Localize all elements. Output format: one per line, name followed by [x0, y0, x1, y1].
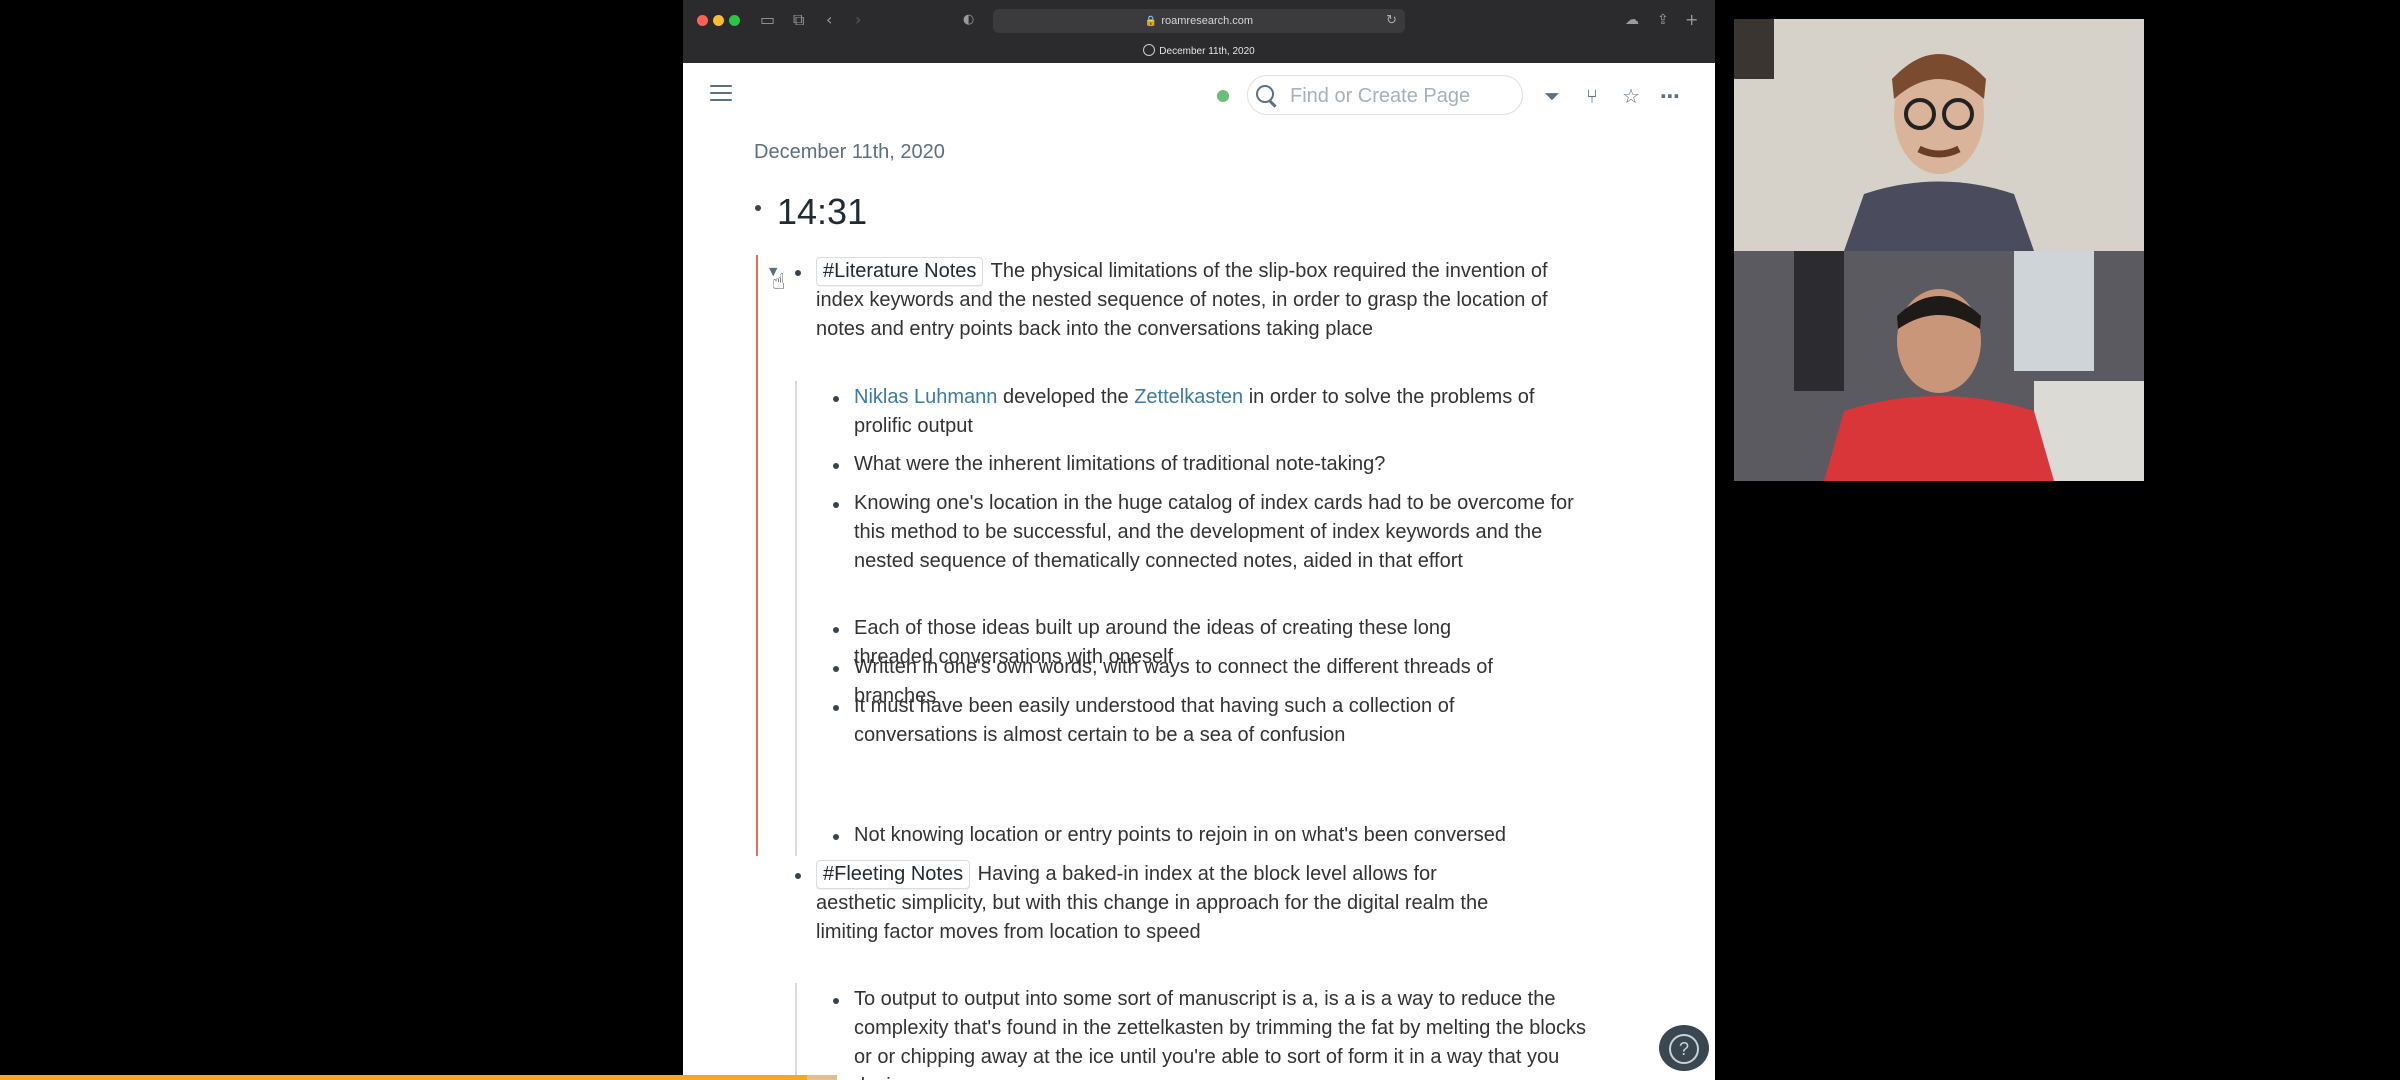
browser-titlebar: ▭ ⧉ ‹ › ◐ 🔒 roamresearch.com ↻ ☁ ⇪ + Dece…: [683, 0, 1715, 63]
page-link[interactable]: Niklas Luhmann: [854, 386, 997, 408]
sync-status-indicator: [1217, 90, 1229, 102]
sidebar-icon[interactable]: ▭: [760, 8, 775, 32]
literature-notes-block[interactable]: #Literature Notes The physical limitatio…: [816, 257, 1556, 344]
webcam-feed-top: [1734, 19, 2144, 251]
tabs-icon[interactable]: ⧉: [793, 8, 804, 32]
more-icon[interactable]: ⋯: [1657, 83, 1683, 109]
share-icon[interactable]: ⇪: [1657, 8, 1669, 32]
hamburger-menu-icon[interactable]: [710, 85, 732, 103]
tab-title: December 11th, 2020: [1159, 46, 1255, 57]
help-button[interactable]: ?: [1659, 1025, 1709, 1071]
fleeting-notes-block[interactable]: #Fleeting Notes Having a baked-in index …: [816, 860, 1516, 947]
block-bullet[interactable]: [833, 627, 839, 633]
block-bullet[interactable]: [795, 873, 801, 879]
block-bullet[interactable]: [795, 270, 801, 276]
graph-icon[interactable]: ⑂: [1579, 83, 1605, 109]
children-indent-line: [795, 381, 797, 856]
video-progress-bar[interactable]: [0, 1075, 807, 1080]
page-tag[interactable]: #Literature Notes: [816, 257, 984, 286]
back-icon[interactable]: ‹: [826, 8, 832, 32]
star-icon[interactable]: ☆: [1618, 83, 1644, 109]
favicon-icon: [1143, 44, 1156, 56]
person-silhouette: [1734, 19, 2144, 251]
block-bullet[interactable]: [833, 834, 839, 840]
cloud-icon[interactable]: ☁: [1625, 8, 1639, 32]
hand-cursor-icon: ☝: [772, 270, 786, 295]
url-text: roamresearch.com: [1161, 15, 1254, 27]
page-title[interactable]: December 11th, 2020: [754, 141, 945, 164]
block-text: developed the: [1002, 386, 1129, 408]
block-bullet[interactable]: [755, 205, 761, 211]
forward-icon[interactable]: ›: [855, 8, 861, 32]
shield-icon[interactable]: ◐: [963, 8, 974, 32]
block-bullet[interactable]: [833, 666, 839, 672]
page-content: December 11th, 2020 14:31 ▼ ☝ #Literatur…: [683, 129, 1715, 1080]
list-item[interactable]: Not knowing location or entry points to …: [854, 821, 1574, 850]
filter-icon[interactable]: ⏷: [1539, 83, 1565, 109]
list-item[interactable]: What were the inherent limitations of tr…: [854, 450, 1574, 479]
block-focus-border: [756, 255, 758, 856]
block-bullet[interactable]: [833, 463, 839, 469]
new-tab-icon[interactable]: +: [1685, 8, 1698, 32]
page-link[interactable]: Zettelkasten: [1134, 386, 1243, 408]
browser-window: ▭ ⧉ ‹ › ◐ 🔒 roamresearch.com ↻ ☁ ⇪ + Dece…: [683, 0, 1715, 1080]
active-tab[interactable]: December 11th, 2020: [683, 44, 1715, 60]
help-icon: ?: [1669, 1034, 1699, 1064]
address-bar[interactable]: 🔒 roamresearch.com ↻: [993, 9, 1405, 33]
roam-topbar: ⏷ ⑂ ☆ ⋯: [683, 63, 1715, 129]
person-silhouette: [1734, 251, 2144, 481]
block-bullet[interactable]: [833, 705, 839, 711]
time-heading[interactable]: 14:31: [777, 191, 867, 233]
search-input[interactable]: [1288, 81, 1512, 111]
children-indent-line: [795, 983, 797, 1080]
list-item[interactable]: Knowing one's location in the huge catal…: [854, 489, 1574, 576]
minimize-window-button[interactable]: [713, 15, 724, 26]
lock-icon: 🔒: [1144, 16, 1158, 27]
block-bullet[interactable]: [833, 998, 839, 1004]
list-item[interactable]: To output to output into some sort of ma…: [854, 985, 1594, 1080]
webcam-feed-bottom: [1734, 251, 2144, 481]
close-window-button[interactable]: [697, 15, 708, 26]
reload-icon[interactable]: ↻: [1386, 9, 1397, 33]
page-tag[interactable]: #Fleeting Notes: [816, 860, 971, 889]
block-bullet[interactable]: [833, 396, 839, 402]
search-box[interactable]: [1247, 75, 1523, 115]
list-item[interactable]: It must have been easily understood that…: [854, 692, 1534, 750]
video-buffer-bar: [807, 1075, 837, 1080]
zoom-window-button[interactable]: [729, 15, 740, 26]
block-bullet[interactable]: [833, 502, 839, 508]
search-icon: [1256, 85, 1274, 103]
list-item[interactable]: Niklas Luhmann developed the Zettelkaste…: [854, 383, 1574, 441]
